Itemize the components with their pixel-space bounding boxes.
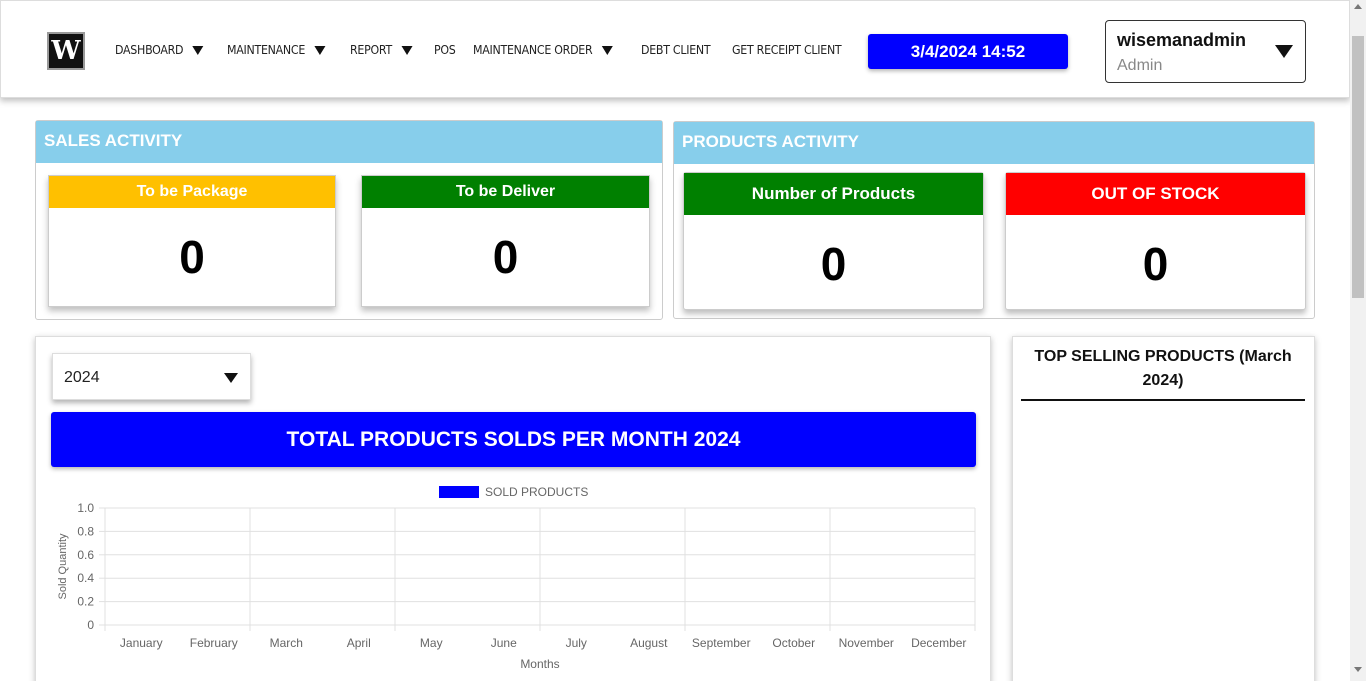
- y-tick-label: 0.2: [77, 595, 94, 609]
- x-tick-label: March: [270, 636, 303, 650]
- chevron-down-icon[interactable]: [192, 45, 204, 55]
- user-role: Admin: [1117, 57, 1163, 74]
- y-tick-label: 1.0: [77, 501, 94, 515]
- number-of-products-card[interactable]: Number of Products 0: [683, 172, 984, 310]
- nav-item-label: MAINTENANCE: [227, 43, 306, 57]
- nav-item-label: DASHBOARD: [115, 43, 184, 57]
- y-tick-label: 0: [87, 618, 94, 632]
- out-of-stock-value: 0: [1142, 238, 1169, 290]
- out-of-stock-card[interactable]: OUT OF STOCK 0: [1005, 172, 1306, 310]
- nav-item-debt-client[interactable]: DEBT CLIENT: [640, 43, 711, 57]
- x-tick-label: February: [190, 636, 238, 650]
- to-be-deliver-card[interactable]: To be Deliver 0: [361, 175, 650, 307]
- products-activity-panel: PRODUCTS ACTIVITY Number of Products 0 O…: [673, 121, 1315, 319]
- number-of-products-label: Number of Products: [684, 173, 983, 215]
- chart-title: TOTAL PRODUCTS SOLDS PER MONTH 2024: [51, 412, 976, 467]
- top-selling-panel: TOP SELLING PRODUCTS (March 2024): [1012, 336, 1315, 681]
- main-nav: DASHBOARD MAINTENANCE REPORT POS MAINTENANCE…: [115, 41, 867, 59]
- chevron-down-icon: [224, 373, 238, 383]
- x-tick-label: August: [630, 636, 668, 650]
- x-tick-label: May: [420, 636, 443, 650]
- top-header: W DASHBOARD MAINTENANCE REPORT POS MAINTENAN…: [0, 0, 1350, 98]
- legend-swatch: [439, 486, 479, 498]
- year-select[interactable]: 2024: [52, 353, 251, 400]
- y-tick-label: 0.6: [77, 548, 94, 562]
- nav-item-dashboard[interactable]: DASHBOARD: [115, 43, 204, 57]
- to-be-package-value: 0: [179, 231, 205, 283]
- legend-label: SOLD PRODUCTS: [485, 485, 588, 499]
- nav-item-label: MAINTENANCE ORDER: [473, 43, 593, 57]
- chevron-down-icon[interactable]: [314, 45, 326, 55]
- x-tick-label: January: [120, 636, 163, 650]
- nav-item-label: REPORT: [350, 43, 393, 57]
- to-be-package-card[interactable]: To be Package 0: [48, 175, 336, 307]
- user-name: wisemanadmin: [1117, 30, 1247, 50]
- scroll-up-icon[interactable]: [1354, 4, 1362, 9]
- chevron-down-icon[interactable]: [401, 45, 413, 55]
- nav-item-label: POS: [433, 43, 456, 57]
- nav-item-maintenance-order[interactable]: MAINTENANCE ORDER: [473, 43, 613, 57]
- nav-item-label: DEBT CLIENT: [640, 43, 711, 57]
- x-tick-label: December: [911, 636, 966, 650]
- y-axis-title: Sold Quantity: [57, 533, 69, 600]
- nav-item-pos[interactable]: POS: [434, 43, 456, 57]
- dashboard-page: W DASHBOARD MAINTENANCE REPORT POS MAINTENAN…: [0, 0, 1366, 681]
- datetime-display: 3/4/2024 14:52: [868, 34, 1068, 69]
- nav-item-report[interactable]: REPORT: [350, 43, 413, 57]
- scroll-thumb[interactable]: [1352, 36, 1364, 298]
- x-tick-label: July: [566, 636, 587, 650]
- x-tick-label: October: [772, 636, 815, 650]
- top-selling-title: TOP SELLING PRODUCTS (March 2024): [1021, 345, 1305, 401]
- sales-activity-title: SALES ACTIVITY: [36, 121, 662, 163]
- number-of-products-value: 0: [820, 238, 847, 290]
- x-axis-title: Months: [520, 657, 559, 671]
- x-tick-label: April: [347, 636, 371, 650]
- out-of-stock-label: OUT OF STOCK: [1006, 173, 1305, 215]
- scroll-down-icon[interactable]: [1354, 667, 1362, 672]
- to-be-deliver-label: To be Deliver: [362, 176, 649, 208]
- chevron-down-icon[interactable]: [1275, 45, 1293, 58]
- y-tick-label: 0.8: [77, 524, 94, 538]
- nav-item-maintenance[interactable]: MAINTENANCE: [227, 43, 326, 57]
- sales-chart-panel: 2024 TOTAL PRODUCTS SOLDS PER MONTH 2024…: [35, 336, 991, 681]
- chevron-down-icon[interactable]: [601, 45, 613, 55]
- nav-item-get-receipt-client[interactable]: GET RECEIPT CLIENT: [732, 43, 842, 57]
- x-tick-label: June: [491, 636, 517, 650]
- products-activity-title: PRODUCTS ACTIVITY: [674, 122, 1314, 164]
- logo[interactable]: W: [47, 32, 85, 70]
- x-tick-label: November: [839, 636, 894, 650]
- y-tick-label: 0.4: [77, 571, 94, 585]
- to-be-deliver-value: 0: [492, 231, 519, 283]
- to-be-package-label: To be Package: [49, 176, 335, 208]
- user-menu[interactable]: wisemanadmin Admin: [1105, 20, 1306, 83]
- nav-item-label: GET RECEIPT CLIENT: [732, 43, 842, 57]
- sold-products-chart: SOLD PRODUCTS 0 0.2 0.4 0.6 0.8 1.0 January Febr…: [57, 485, 976, 671]
- page-scrollbar[interactable]: [1350, 0, 1366, 681]
- year-select-value: 2024: [64, 369, 100, 386]
- sales-activity-panel: SALES ACTIVITY To be Package 0 To be Del…: [35, 120, 663, 320]
- x-tick-label: September: [692, 636, 751, 650]
